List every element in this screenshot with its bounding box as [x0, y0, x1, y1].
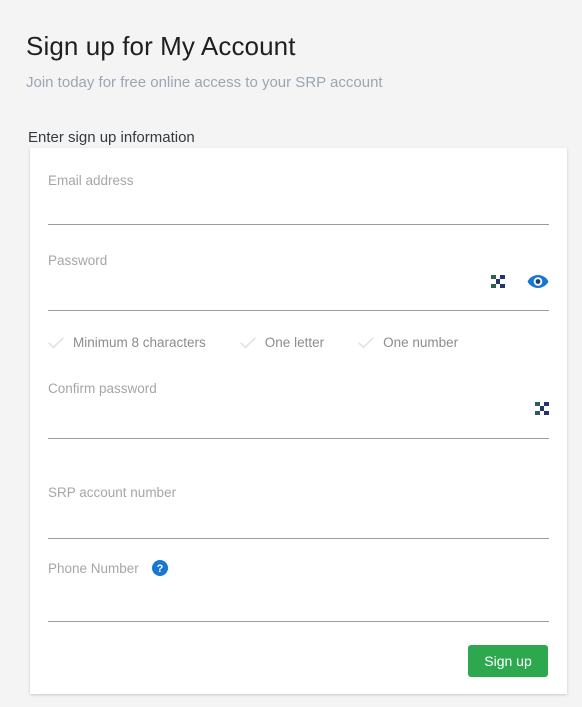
- eye-icon[interactable]: [527, 274, 549, 289]
- field-email-address: Email address: [48, 172, 549, 225]
- svg-text:?: ?: [157, 563, 164, 575]
- page-title: Sign up for My Account: [26, 31, 296, 62]
- check-icon: [48, 337, 64, 349]
- requirement-label: One letter: [264, 335, 325, 350]
- requirement-label: Minimum 8 characters: [73, 335, 206, 350]
- field-confirm-password: Confirm password: [48, 380, 549, 439]
- requirement-item: Minimum 8 characters: [48, 334, 206, 352]
- page-subtitle: Join today for free online access to you…: [26, 74, 383, 91]
- signup-form-card: Email address Password Minimum 8 charact…: [30, 148, 567, 694]
- field-phone-number: Phone Number ?: [48, 560, 549, 622]
- input-row-password: [491, 274, 549, 289]
- requirement-label: One number: [383, 335, 459, 350]
- field-label-phone-number: Phone Number: [48, 561, 139, 576]
- requirement-item: One number: [358, 334, 458, 352]
- check-icon: [358, 337, 374, 349]
- field-label-email: Email address: [48, 173, 134, 188]
- help-circle-icon[interactable]: ?: [152, 560, 169, 576]
- check-icon: [239, 337, 256, 349]
- field-label-password: Password: [48, 253, 108, 268]
- text-cursor-icon[interactable]: [535, 402, 549, 415]
- field-underline-email: [48, 224, 549, 225]
- input-row-confirm-password: [535, 402, 549, 415]
- signup-button[interactable]: Sign up: [468, 645, 548, 677]
- section-heading: Enter sign up information: [28, 129, 195, 147]
- field-srp-account-number: SRP account number: [48, 484, 549, 539]
- field-underline-password: [48, 310, 549, 311]
- field-underline-phone-number: [48, 621, 549, 622]
- text-cursor-icon[interactable]: [491, 275, 505, 288]
- requirement-item: One letter: [239, 334, 325, 352]
- signup-page: Sign up for My Account Join today for fr…: [0, 0, 582, 707]
- field-underline-confirm-password: [48, 438, 549, 439]
- field-label-confirm-password: Confirm password: [48, 381, 157, 396]
- field-label-srp-account-number: SRP account number: [48, 485, 177, 500]
- field-underline-srp-account-number: [48, 538, 549, 539]
- password-requirements: Minimum 8 characters One letter One numb…: [48, 334, 458, 352]
- field-password: Password: [48, 252, 549, 311]
